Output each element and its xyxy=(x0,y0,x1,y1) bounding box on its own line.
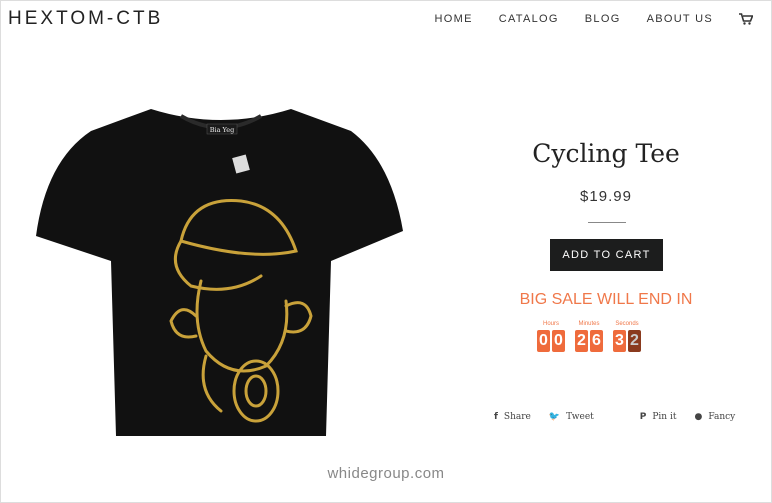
digit: 0 xyxy=(537,330,550,352)
nav-catalog[interactable]: CATALOG xyxy=(499,13,559,25)
share-facebook[interactable]: f Share xyxy=(494,412,531,422)
seconds-label: Seconds xyxy=(615,321,639,327)
store-logo[interactable]: HEXTOM-CTB xyxy=(8,8,163,30)
share-pinterest[interactable]: P Pin it xyxy=(640,412,677,422)
shirt-tag-label: Bia Yeg xyxy=(210,126,235,134)
hours-label: Hours xyxy=(542,321,559,327)
share-label: Share xyxy=(503,412,531,422)
nav-blog[interactable]: BLOG xyxy=(585,13,621,25)
product-image[interactable]: Bia Yeg xyxy=(31,101,411,436)
nav-about-us[interactable]: ABOUT US xyxy=(647,13,713,25)
share-links: f Share 🐦 Tweet P Pin it ● Fancy xyxy=(494,412,735,422)
facebook-icon: f xyxy=(494,412,498,422)
hours-group: Hours 0 0 xyxy=(537,321,565,352)
fancy-icon: ● xyxy=(694,412,703,422)
minutes-group: Minutes 2 6 xyxy=(575,321,603,352)
countdown-heading: BIG SALE WILL END IN xyxy=(519,291,693,308)
minutes-label: Minutes xyxy=(578,321,600,327)
add-to-cart-button[interactable]: ADD TO CART xyxy=(550,239,663,271)
seconds-group: Seconds 3 2 xyxy=(613,321,641,352)
digit: 0 xyxy=(552,330,565,352)
share-twitter[interactable]: 🐦 Tweet xyxy=(549,412,594,422)
product-title: Cycling Tee xyxy=(532,139,680,168)
countdown-timer: Hours 0 0 Minutes 2 6 Seconds 3 2 xyxy=(537,321,641,352)
footer-watermark: whidegroup.com xyxy=(327,465,445,482)
digit: 3 xyxy=(613,330,626,352)
divider xyxy=(588,222,626,223)
nav-home[interactable]: HOME xyxy=(435,13,473,25)
share-fancy[interactable]: ● Fancy xyxy=(694,412,735,422)
cart-icon[interactable] xyxy=(739,13,753,25)
main-nav: HOME CATALOG BLOG ABOUT US xyxy=(435,13,753,25)
share-label: Pin it xyxy=(652,412,677,422)
digit: 2 xyxy=(575,330,588,352)
share-label: Fancy xyxy=(708,412,736,422)
twitter-icon: 🐦 xyxy=(548,412,561,422)
product-price: $19.99 xyxy=(580,188,632,205)
share-label: Tweet xyxy=(566,412,594,422)
digit: 6 xyxy=(590,330,603,352)
pinterest-icon: P xyxy=(639,412,647,422)
digit: 2 xyxy=(628,330,641,352)
